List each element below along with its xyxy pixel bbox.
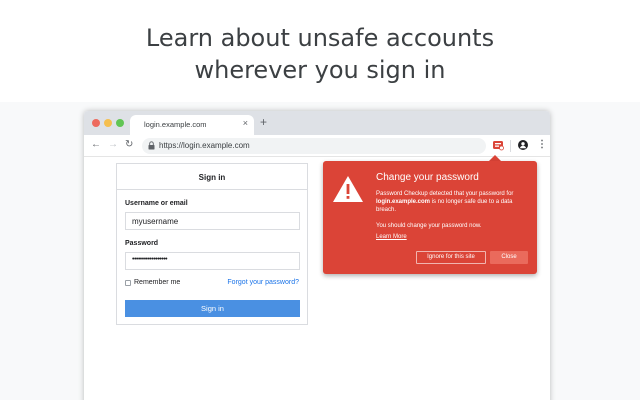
- card-divider: [117, 189, 307, 190]
- headline-line-2: wherever you sign in: [194, 56, 446, 84]
- tab-login[interactable]: login.example.com ×: [130, 115, 254, 135]
- popup-title: Change your password: [376, 172, 479, 183]
- window-maximize-dot[interactable]: [116, 119, 124, 127]
- tab-close-icon[interactable]: ×: [243, 118, 248, 128]
- screenshot-stage: Learn about unsafe accounts wherever you…: [0, 0, 640, 400]
- username-value: myusername: [132, 217, 179, 226]
- password-value: ••••••••••••••••••: [132, 256, 168, 263]
- password-checkup-extension-icon[interactable]: [492, 139, 504, 151]
- username-label: Username or email: [125, 200, 188, 207]
- password-label: Password: [125, 240, 159, 247]
- sign-in-button[interactable]: Sign in: [125, 300, 300, 317]
- signin-card: Sign in Username or email myusername Pas…: [116, 163, 308, 325]
- browser-toolbar: ← → ↻ https://login.example.com ⋮: [84, 135, 550, 157]
- headline-line-1: Learn about unsafe accounts: [145, 24, 495, 52]
- forgot-password-link[interactable]: Forgot your password?: [227, 279, 299, 286]
- password-input[interactable]: ••••••••••••••••••: [125, 252, 300, 270]
- back-arrow-icon[interactable]: ←: [91, 139, 101, 151]
- popup-advice: You should change your password now.: [376, 223, 482, 229]
- tab-strip: login.example.com × +: [84, 111, 550, 135]
- close-button[interactable]: Close: [490, 251, 528, 264]
- remember-me-label: Remember me: [134, 279, 181, 286]
- lock-icon: [148, 141, 155, 150]
- signin-title: Sign in: [198, 173, 226, 182]
- forward-arrow-icon[interactable]: →: [108, 139, 118, 151]
- tab-title: login.example.com: [144, 120, 207, 129]
- browser-window: login.example.com × + ← → ↻ https://logi…: [84, 111, 550, 400]
- learn-more-link[interactable]: Learn More: [376, 234, 407, 240]
- more-menu-icon[interactable]: ⋮: [537, 139, 547, 151]
- password-warning-popup: Change your password Password Checkup de…: [323, 161, 537, 274]
- account-icon[interactable]: [518, 140, 528, 150]
- reload-icon[interactable]: ↻: [125, 139, 133, 151]
- address-bar[interactable]: https://login.example.com: [142, 138, 486, 154]
- remember-me-checkbox[interactable]: [125, 280, 131, 286]
- ignore-for-site-button[interactable]: Ignore for this site: [416, 251, 486, 264]
- popup-message: Password Checkup detected that your pass…: [376, 190, 530, 214]
- url-text: https://login.example.com: [159, 141, 250, 150]
- warning-icon: [333, 176, 363, 202]
- window-close-dot[interactable]: [92, 119, 100, 127]
- popup-message-prefix: Password Checkup detected that your pass…: [376, 191, 514, 197]
- new-tab-icon[interactable]: +: [260, 116, 267, 128]
- page-headline: Learn about unsafe accounts wherever you…: [0, 22, 640, 86]
- popup-message-site: login.example.com: [376, 199, 431, 205]
- username-input[interactable]: myusername: [125, 212, 300, 230]
- toolbar-separator: [510, 140, 511, 152]
- window-minimize-dot[interactable]: [104, 119, 112, 127]
